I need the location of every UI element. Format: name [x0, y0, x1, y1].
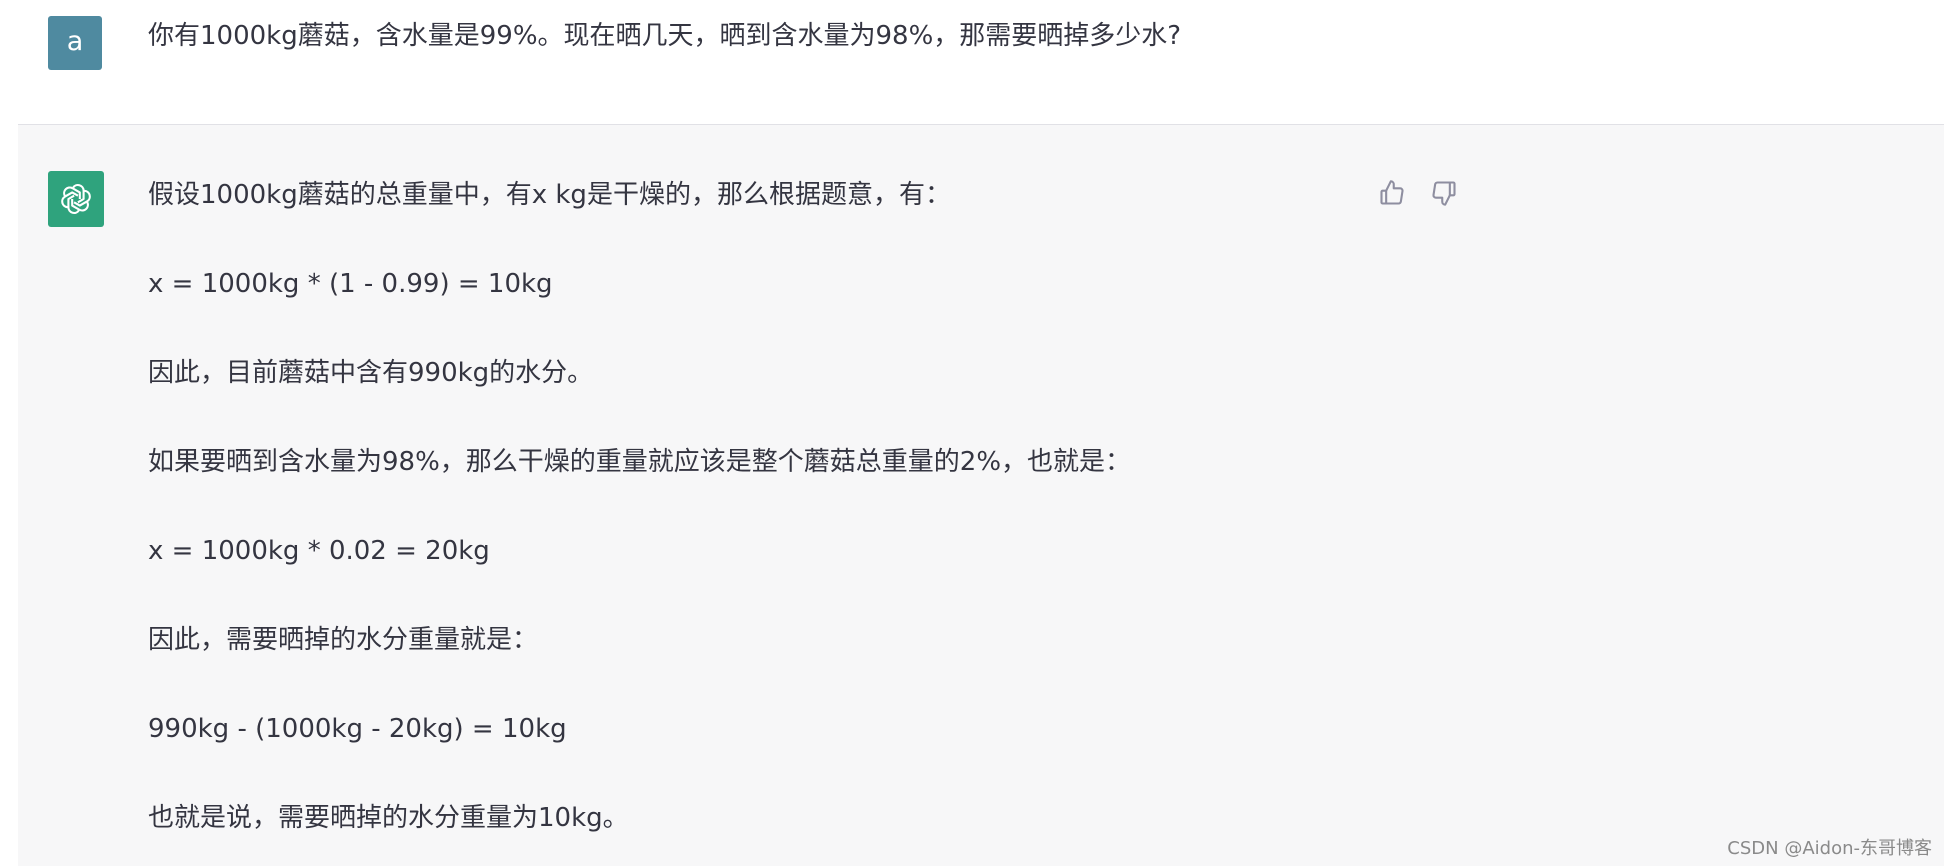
thumbs-down-button[interactable]: [1428, 177, 1460, 209]
user-avatar: a: [48, 16, 102, 70]
assistant-paragraph: x = 1000kg * 0.02 = 20kg: [148, 536, 490, 566]
thumbs-down-icon: [1432, 181, 1456, 206]
assistant-paragraph: 假设1000kg蘑菇的总重量中，有x kg是干燥的，那么根据题意，有：: [148, 180, 951, 210]
assistant-paragraph: 也就是说，需要晒掉的水分重量为10kg。: [148, 803, 629, 833]
user-message-text: 你有1000kg蘑菇，含水量是99%。现在晒几天，晒到含水量为98%，那需要晒掉…: [148, 21, 1182, 51]
assistant-paragraph: 如果要晒到含水量为98%，那么干燥的重量就应该是整个蘑菇总重量的2%，也就是：: [148, 447, 1132, 477]
assistant-paragraph: x = 1000kg * (1 - 0.99) = 10kg: [148, 269, 553, 299]
openai-logo-icon: [48, 171, 104, 227]
assistant-paragraph: 因此，需要晒掉的水分重量就是：: [148, 625, 539, 655]
watermark-text: CSDN @Aidon-东哥博客: [1727, 838, 1932, 859]
assistant-message-row: 假设1000kg蘑菇的总重量中，有x kg是干燥的，那么根据题意，有： x = …: [18, 125, 1944, 866]
assistant-paragraph: 990kg - (1000kg - 20kg) = 10kg: [148, 714, 567, 744]
assistant-paragraph: 因此，目前蘑菇中含有990kg的水分。: [148, 358, 594, 388]
user-message-row: a 你有1000kg蘑菇，含水量是99%。现在晒几天，晒到含水量为98%，那需要…: [0, 0, 1944, 124]
thumbs-up-button[interactable]: [1376, 177, 1408, 209]
thumbs-up-icon: [1380, 180, 1404, 205]
assistant-message-body: 假设1000kg蘑菇的总重量中，有x kg是干燥的，那么根据题意，有： x = …: [148, 177, 1348, 866]
feedback-buttons: [1376, 177, 1460, 209]
chat-page: a 你有1000kg蘑菇，含水量是99%。现在晒几天，晒到含水量为98%，那需要…: [0, 0, 1944, 866]
